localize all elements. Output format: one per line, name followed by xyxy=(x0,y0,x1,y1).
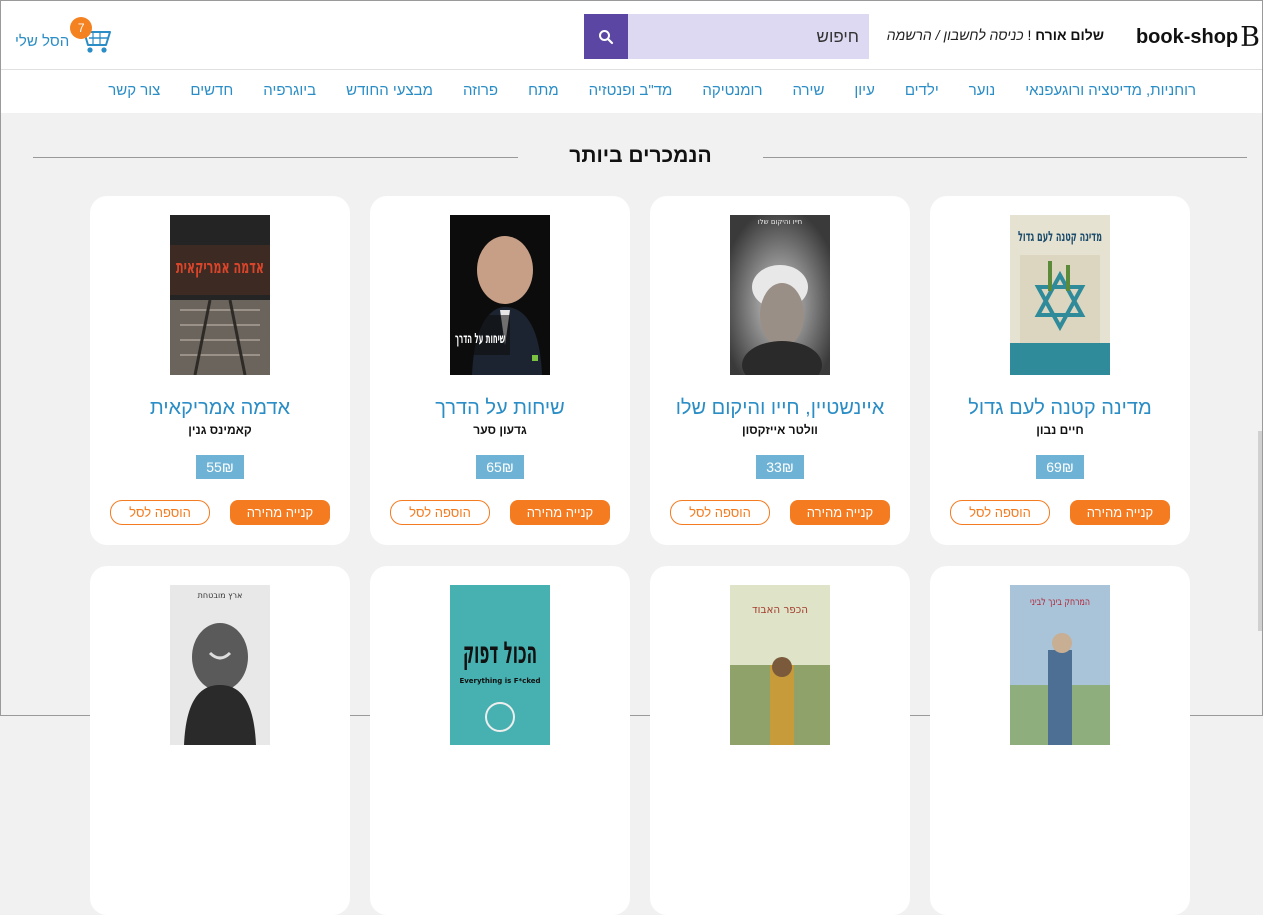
link-separator: / xyxy=(931,27,944,43)
nav-item-prose[interactable]: פרוזה xyxy=(463,82,498,99)
greeting: שלום אורח ! כניסה לחשבון / הרשמה xyxy=(887,27,1104,43)
book-price: 33₪ xyxy=(756,455,804,479)
book-price: 69₪ xyxy=(1036,455,1084,479)
nav-item-contact[interactable]: צור קשר xyxy=(108,82,160,99)
cover-subtitle: Everything is F*cked xyxy=(459,677,540,685)
book-author: קאמינס גנין xyxy=(188,423,252,437)
book-author: גדעון סער xyxy=(473,423,527,437)
add-to-cart-button[interactable]: הוספה לסל xyxy=(110,500,210,525)
nav-item-biography[interactable]: ביוגרפיה xyxy=(263,82,316,99)
search-icon xyxy=(599,29,614,44)
book-cover[interactable]: ארץ מובטחת xyxy=(170,585,270,745)
divider xyxy=(33,157,518,158)
book-cover[interactable]: הכפר האבוד xyxy=(730,585,830,745)
cover-title: אדמה אמריקאית xyxy=(176,257,264,278)
quick-buy-button[interactable]: קנייה מהירה xyxy=(510,500,610,525)
nav-item-youth[interactable]: נוער xyxy=(969,82,995,99)
quick-buy-button[interactable]: קנייה מהירה xyxy=(230,500,330,525)
nav-item-new[interactable]: חדשים xyxy=(190,82,233,99)
nav-item-spirituality[interactable]: רוחניות, מדיטציה ורוגע xyxy=(1054,82,1196,99)
nav-item-kids[interactable]: ילדים xyxy=(905,82,939,99)
nav-item-thriller[interactable]: מתח xyxy=(528,82,559,99)
search-input[interactable] xyxy=(628,14,869,59)
add-to-cart-button[interactable]: הוספה לסל xyxy=(670,500,770,525)
book-cover[interactable]: אדמה אמריקאית xyxy=(170,215,270,375)
login-link[interactable]: כניסה לחשבון xyxy=(943,27,1023,43)
cover-title: ארץ מובטחת xyxy=(198,591,243,600)
cart-label: הסל שלי xyxy=(15,32,70,50)
book-card: הכפר האבוד xyxy=(650,566,910,915)
book-card: הכול דפוק Everything is F*cked xyxy=(370,566,630,915)
section-header: הנמכרים ביותר xyxy=(1,144,1262,172)
cover-title: שיחות על הדרך xyxy=(455,331,505,347)
add-to-cart-button[interactable]: הוספה לסל xyxy=(390,500,490,525)
logo-mark: B xyxy=(1240,21,1260,53)
book-card: שיחות על הדרך שיחות על הדרך גדעון סער 65… xyxy=(370,196,630,545)
section-title: הנמכרים ביותר xyxy=(569,144,712,167)
book-price: 65₪ xyxy=(476,455,524,479)
book-price: 55₪ xyxy=(196,455,244,479)
nav-item-scifi[interactable]: מד"ב ופנטזיה xyxy=(589,82,673,99)
cover-title: הכול דפוק xyxy=(463,636,537,671)
cover-title: המרחק בינך לביני xyxy=(1030,597,1090,608)
scrollbar[interactable] xyxy=(1258,431,1262,631)
nav-item-romance[interactable]: רומנטיקה xyxy=(702,82,762,99)
cart[interactable]: 7 xyxy=(70,17,113,55)
category-nav: צור קשר חדשים ביוגרפיה מבצעי החודש פרוזה… xyxy=(1,70,1262,113)
book-card: מדינה קטנה לעם גדול מדינה קטנה לעם גדול … xyxy=(930,196,1190,545)
logo-text: book-shop xyxy=(1135,25,1239,48)
book-card: המרחק בינך לביני xyxy=(930,566,1190,915)
book-title[interactable]: אדמה אמריקאית xyxy=(90,397,350,420)
book-title[interactable]: שיחות על הדרך xyxy=(370,397,630,420)
greeting-bang: ! xyxy=(1023,27,1036,43)
search-button[interactable] xyxy=(584,14,628,59)
book-cover[interactable]: מדינה קטנה לעם גדול xyxy=(1010,215,1110,375)
quick-buy-button[interactable]: קנייה מהירה xyxy=(1070,500,1170,525)
divider xyxy=(763,157,1247,158)
book-author: וולטר אייזקסון xyxy=(742,423,818,437)
book-title[interactable]: מדינה קטנה לעם גדול xyxy=(930,397,1190,420)
cover-title: חייו והיקום שלו xyxy=(758,218,802,226)
nav-item-poetry[interactable]: שירה xyxy=(792,82,824,99)
cart-link[interactable]: הסל שלי 7 xyxy=(15,17,113,55)
nav-item-nonfiction[interactable]: עיון xyxy=(854,82,874,99)
book-cover[interactable]: חייו והיקום שלו xyxy=(730,215,830,375)
quick-buy-button[interactable]: קנייה מהירה xyxy=(790,500,890,525)
add-to-cart-button[interactable]: הוספה לסל xyxy=(950,500,1050,525)
book-card: חייו והיקום שלו איינשטיין, חייו והיקום ש… xyxy=(650,196,910,545)
search-bar xyxy=(584,14,869,59)
register-link[interactable]: הרשמה xyxy=(887,27,932,43)
book-cover[interactable]: הכול דפוק Everything is F*cked xyxy=(450,585,550,745)
nav-item-leisure[interactable]: פנאי xyxy=(1025,82,1053,99)
nav-item-deals[interactable]: מבצעי החודש xyxy=(346,82,433,99)
book-author: חיים נבון xyxy=(1036,423,1084,437)
book-card: אדמה אמריקאית אדמה אמריקאית קאמינס גנין … xyxy=(90,196,350,545)
book-title[interactable]: איינשטיין, חייו והיקום שלו xyxy=(650,397,910,420)
book-cover[interactable]: שיחות על הדרך xyxy=(450,215,550,375)
header: book-shop B שלום אורח ! כניסה לחשבון / ה… xyxy=(1,1,1262,70)
book-card: ארץ מובטחת xyxy=(90,566,350,915)
cover-title: הכפר האבוד xyxy=(752,603,808,616)
cover-title: מדינה קטנה לעם גדול xyxy=(1018,229,1102,245)
book-cover[interactable]: המרחק בינך לביני xyxy=(1010,585,1110,745)
greeting-text: שלום אורח xyxy=(1035,27,1104,43)
logo[interactable]: book-shop B xyxy=(1136,21,1260,53)
